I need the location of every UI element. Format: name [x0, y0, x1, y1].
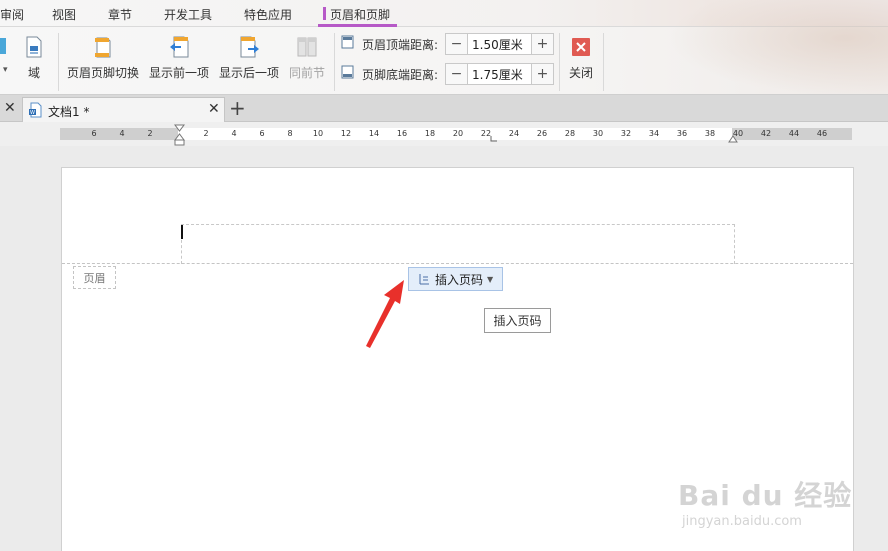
- watermark-main-text: Bai du 经验: [678, 479, 853, 512]
- header-distance-increase-button[interactable]: +: [531, 34, 553, 54]
- header-footer-switch-label: 页眉页脚切换: [66, 66, 139, 80]
- footer-distance-label: 页脚底端距离:: [362, 68, 439, 82]
- show-previous-button[interactable]: 显示前一项: [148, 27, 210, 81]
- show-next-button[interactable]: 显示后一项: [218, 27, 280, 81]
- ruler-number: 12: [340, 129, 352, 138]
- active-tab-marker: [323, 7, 326, 20]
- header-distance-spinner[interactable]: − 1.50厘米 +: [445, 33, 554, 55]
- footer-distance-input[interactable]: 1.75厘米: [468, 64, 531, 84]
- ruler-number: 28: [564, 129, 576, 138]
- ruler-number: 2: [203, 129, 209, 138]
- baidu-jingyan-watermark: Bai du 经验 jingyan.baidu.com: [678, 454, 878, 544]
- ruler-number: 8: [287, 129, 293, 138]
- text-cursor: [181, 225, 183, 239]
- menu-view[interactable]: 视图: [52, 6, 76, 23]
- ribbon-divider: [559, 33, 560, 91]
- ruler-number: 4: [119, 129, 125, 138]
- footer-distance-spinner[interactable]: − 1.75厘米 +: [445, 63, 554, 85]
- ruler-number: 30: [592, 129, 604, 138]
- insert-page-number-tooltip: 插入页码: [484, 308, 551, 333]
- partial-tool-icon[interactable]: [0, 35, 8, 57]
- ribbon-divider: [334, 33, 335, 91]
- watermark-url: jingyan.baidu.com: [682, 514, 802, 529]
- same-as-previous-label: 同前节: [288, 66, 325, 80]
- new-tab-icon[interactable]: +: [229, 96, 246, 120]
- ruler-number: 2: [147, 129, 153, 138]
- ruler-number: 4: [231, 129, 237, 138]
- document-tab[interactable]: W 文档1 * ✕: [22, 97, 225, 122]
- ruler-number: 10: [312, 129, 324, 138]
- header-tag: 页眉: [73, 266, 116, 289]
- ruler-number: 20: [452, 129, 464, 138]
- ruler-number: 26: [536, 129, 548, 138]
- menu-bar: 审阅 视图 章节 开发工具 特色应用 页眉和页脚: [0, 0, 888, 27]
- ribbon-divider: [603, 33, 604, 91]
- same-as-previous-button[interactable]: 同前节: [287, 27, 327, 81]
- ribbon-divider: [58, 33, 59, 91]
- right-indent-marker-icon[interactable]: [728, 131, 738, 143]
- footer-distance-increase-button[interactable]: +: [531, 64, 553, 84]
- field-button[interactable]: 域: [20, 27, 48, 81]
- tab-close-icon[interactable]: ✕: [208, 101, 220, 117]
- header-boundary-line: [62, 263, 853, 264]
- ribbon-toolbar: ▾ 域 页眉页脚切换 显示前一项 显示后一项 同前节 页眉顶端距离: − 1.5…: [0, 27, 888, 95]
- ruler-number: 6: [259, 129, 265, 138]
- footer-distance-decrease-button[interactable]: −: [446, 64, 468, 84]
- field-icon: [26, 36, 42, 58]
- header-distance-label: 页眉顶端距离:: [362, 38, 439, 52]
- ruler-number: 46: [816, 129, 828, 138]
- document-tab-bar: ✕ W 文档1 * ✕ +: [0, 95, 888, 122]
- ruler-number: 36: [676, 129, 688, 138]
- header-distance-icon: [341, 35, 354, 49]
- partial-dropdown-icon[interactable]: ▾: [3, 65, 8, 75]
- header-edit-area[interactable]: [181, 224, 735, 264]
- show-next-label: 显示后一项: [218, 66, 279, 80]
- header-footer-switch-icon: [95, 37, 111, 58]
- document-icon: W: [29, 102, 42, 118]
- show-next-icon: [240, 36, 259, 58]
- ruler-number: 16: [396, 129, 408, 138]
- menu-header-footer[interactable]: 页眉和页脚: [330, 6, 390, 23]
- chevron-down-icon: ▼: [487, 274, 494, 284]
- svg-text:W: W: [30, 110, 35, 116]
- annotation-arrow-icon: [366, 280, 404, 348]
- ruler-number: 42: [760, 129, 772, 138]
- insert-page-number-label: 插入页码: [435, 272, 484, 287]
- menu-special-apps[interactable]: 特色应用: [244, 6, 292, 23]
- close-header-footer-button[interactable]: 关闭: [564, 27, 598, 81]
- document-tab-title: 文档1 *: [48, 105, 90, 119]
- field-label: 域: [27, 66, 40, 80]
- menu-chapter[interactable]: 章节: [108, 6, 132, 23]
- close-icon: [572, 38, 590, 56]
- ruler-number: 6: [91, 129, 97, 138]
- show-previous-label: 显示前一项: [148, 66, 209, 80]
- ruler-area: 6 4 2 2 4 6 8 10 12 14 16 18 20 22 24 26 28 30 32 34 36 38…: [0, 122, 888, 146]
- page-number-icon: [419, 274, 429, 285]
- indent-marker-icon[interactable]: [174, 124, 185, 146]
- ruler-number: 18: [424, 129, 436, 138]
- close-label: 关闭: [568, 66, 593, 80]
- ruler-number: 32: [620, 129, 632, 138]
- header-distance-input[interactable]: 1.50厘米: [468, 34, 531, 54]
- menu-review[interactable]: 审阅: [0, 6, 24, 23]
- footer-distance-icon: [341, 65, 354, 79]
- show-previous-icon: [170, 36, 189, 58]
- previous-tab-close-icon[interactable]: ✕: [4, 100, 16, 116]
- ruler-number: 34: [648, 129, 660, 138]
- insert-page-number-button[interactable]: 插入页码 ▼: [408, 267, 503, 291]
- header-distance-decrease-button[interactable]: −: [446, 34, 468, 54]
- tab-stop-icon: [490, 136, 497, 142]
- menu-developer-tools[interactable]: 开发工具: [164, 6, 212, 23]
- ruler-number: 24: [508, 129, 520, 138]
- header-footer-switch-button[interactable]: 页眉页脚切换: [66, 27, 140, 81]
- same-as-previous-icon: [297, 37, 317, 57]
- ruler-number: 44: [788, 129, 800, 138]
- ruler-number: 38: [704, 129, 716, 138]
- ruler-number: 14: [368, 129, 380, 138]
